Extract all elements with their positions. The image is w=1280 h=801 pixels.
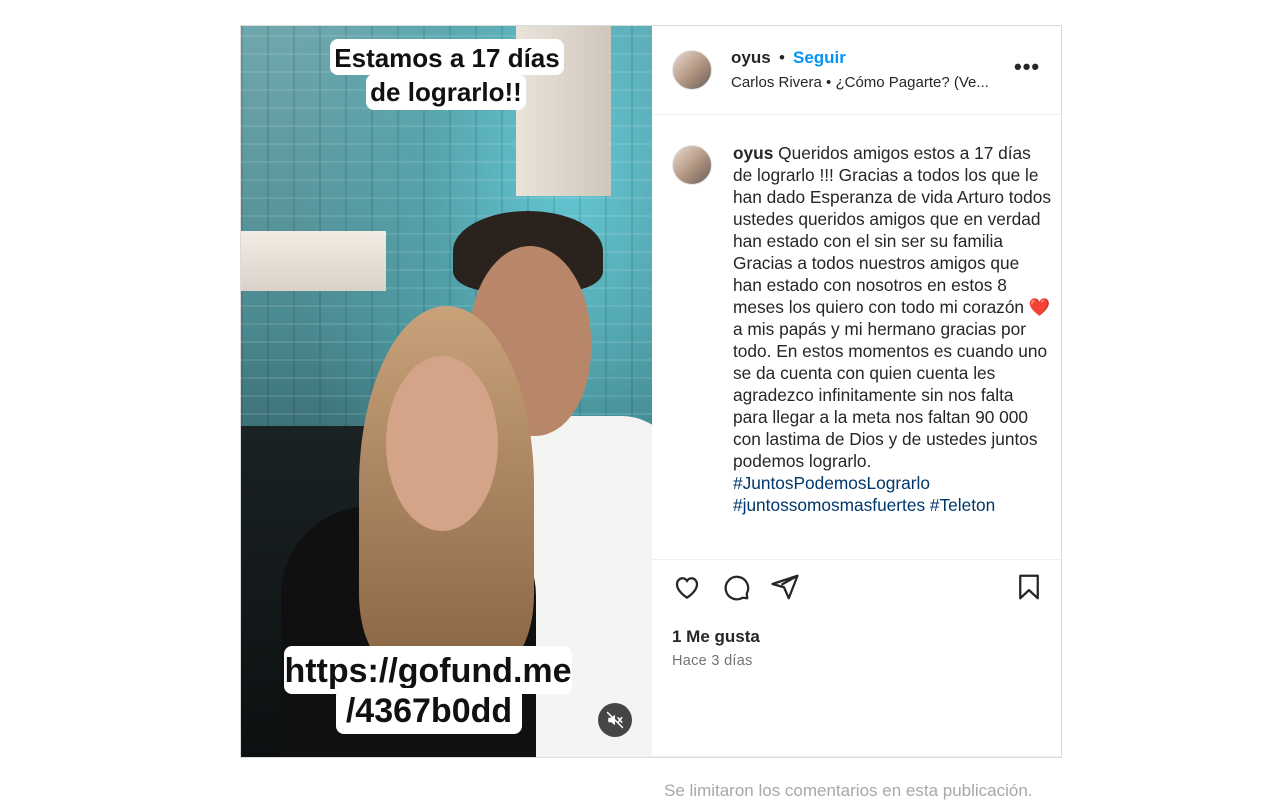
overlay-text-bottom-line1: https://gofund.me [284, 646, 572, 694]
header-separator: • [779, 48, 785, 67]
hashtag-link[interactable]: #Teleton [930, 495, 995, 515]
hashtag-link[interactable]: #juntossomosmasfuertes [733, 495, 925, 515]
audio-track-link[interactable]: Carlos Rivera • ¿Cómo Pagarte? (Ve... [731, 74, 996, 91]
heart-icon[interactable] [672, 572, 702, 602]
hashtag-link[interactable]: #JuntosPodemosLograrlo [733, 473, 930, 493]
heart-emoji: ❤️ [1028, 297, 1051, 317]
action-bar [652, 559, 1061, 623]
post-meta: 1 Me gusta Hace 3 días [652, 623, 1061, 757]
caption-username[interactable]: oyus [733, 143, 773, 163]
overlay-text-top-line2: de lograrlo!! [366, 74, 526, 110]
comments-area: oyus Queridos amigos estos a 17 días de … [652, 115, 1061, 559]
post-caption: oyus Queridos amigos estos a 17 días de … [733, 142, 1051, 516]
comments-limited-text: Se limitaron los comentarios en esta pub… [664, 781, 1033, 800]
header-username[interactable]: oyus [731, 48, 771, 68]
window [241, 231, 386, 291]
likes-count[interactable]: 1 Me gusta [672, 627, 760, 647]
instagram-post: Estamos a 17 días de lograrlo!! https://… [240, 25, 1062, 800]
bookmark-icon[interactable] [1014, 572, 1044, 602]
post-media[interactable]: Estamos a 17 días de lograrlo!! https://… [241, 26, 652, 757]
paper-plane-icon[interactable] [770, 572, 800, 602]
follow-button[interactable]: Seguir [793, 48, 846, 68]
mute-button[interactable] [598, 703, 632, 737]
avatar[interactable] [672, 50, 712, 90]
caption-text: Queridos amigos estos a 17 días de logra… [733, 143, 1052, 317]
post-timestamp[interactable]: Hace 3 días [672, 653, 753, 669]
post-side-panel: oyus • Seguir Carlos Rivera • ¿Cómo Paga… [652, 26, 1061, 800]
overlay-text-top-line1: Estamos a 17 días [330, 39, 564, 75]
caption-avatar[interactable] [672, 145, 712, 185]
comment-icon[interactable] [721, 572, 751, 602]
caption-text-continued: a mis papás y mi hermano gracias por tod… [733, 319, 1048, 471]
post-header: oyus • Seguir Carlos Rivera • ¿Cómo Paga… [652, 26, 1061, 115]
woman-face [386, 356, 498, 531]
more-options-icon[interactable]: ••• [1014, 54, 1040, 80]
speaker-muted-icon [606, 711, 624, 729]
overlay-text-bottom-line2: /4367b0dd [336, 688, 522, 734]
